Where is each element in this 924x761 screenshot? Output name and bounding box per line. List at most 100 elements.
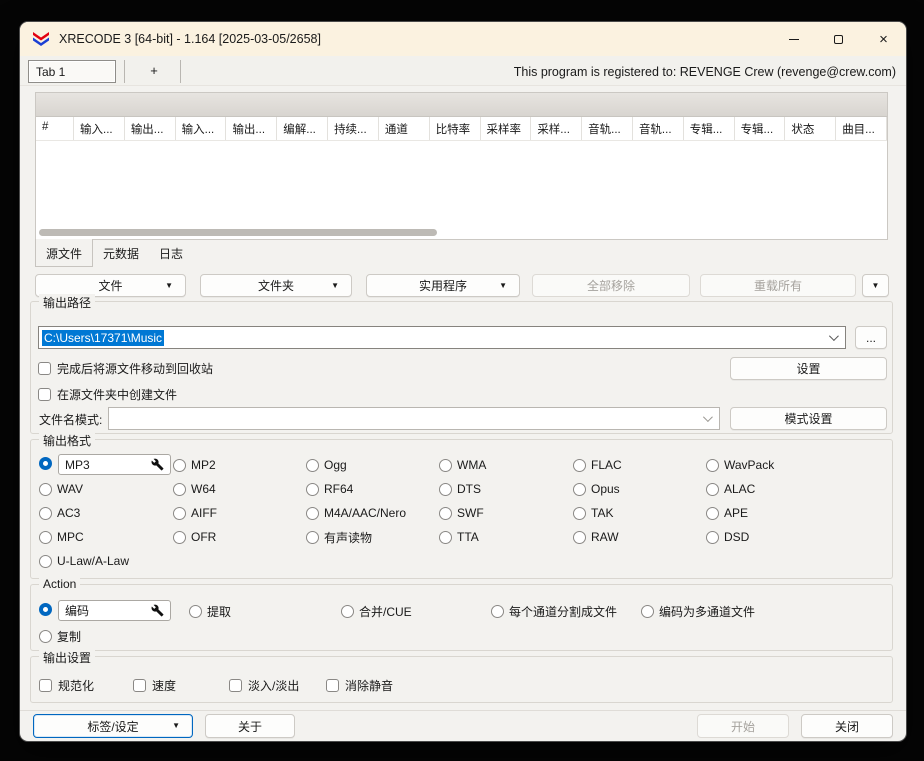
start-button: 开始 <box>697 714 789 738</box>
radio-rf64[interactable]: RF64 <box>306 481 353 497</box>
radio-ogg[interactable]: Ogg <box>306 457 347 473</box>
more-options-dropdown-button[interactable]: ▼ <box>862 274 889 297</box>
pattern-settings-button[interactable]: 模式设置 <box>730 407 887 430</box>
column-header[interactable]: 专辑... <box>684 117 735 140</box>
radio-label: MPC <box>57 530 84 544</box>
radio-swf[interactable]: SWF <box>439 505 484 521</box>
radio-tak[interactable]: TAK <box>573 505 613 521</box>
radio-copy[interactable]: 复制 <box>39 628 81 644</box>
radio-ofr[interactable]: OFR <box>173 529 216 545</box>
radio-extract[interactable]: 提取 <box>189 603 231 619</box>
column-header[interactable]: 输入... <box>176 117 227 140</box>
settings-button[interactable]: 设置 <box>730 357 887 380</box>
column-header[interactable]: 持续... <box>328 117 379 140</box>
column-header[interactable]: 状态 <box>785 117 836 140</box>
mp3-format-box[interactable]: MP3 <box>58 454 171 475</box>
filename-pattern-combobox[interactable] <box>108 407 720 430</box>
radio-dts[interactable]: DTS <box>439 481 481 497</box>
column-header[interactable]: 曲目... <box>836 117 887 140</box>
tab-1[interactable]: Tab 1 <box>28 60 116 83</box>
chevron-down-icon[interactable] <box>829 331 839 341</box>
column-header[interactable]: 编解... <box>277 117 328 140</box>
tab-log[interactable]: 日志 <box>149 240 193 267</box>
radio-mp2[interactable]: MP2 <box>173 457 216 473</box>
radio-icon <box>641 605 654 618</box>
utilities-dropdown-button[interactable]: 实用程序 ▼ <box>366 274 520 297</box>
wrench-icon[interactable] <box>151 458 164 471</box>
radio-label: RAW <box>591 530 619 544</box>
speed-checkbox[interactable]: 速度 <box>133 677 176 694</box>
browse-label: ... <box>866 331 876 345</box>
output-path-value[interactable]: C:\Users\17371\Music <box>42 330 164 346</box>
column-header[interactable]: 输出... <box>226 117 277 140</box>
radio-m4a-aac-nero[interactable]: M4A/AAC/Nero <box>306 505 406 521</box>
column-header[interactable]: 输出... <box>125 117 176 140</box>
maximize-button[interactable] <box>816 22 861 56</box>
checkbox-label: 淡入/淡出 <box>248 677 299 694</box>
column-header[interactable]: 输入... <box>74 117 125 140</box>
title-bar[interactable]: XRECODE 3 [64-bit] - 1.164 [2025-03-05/2… <box>20 22 906 56</box>
remove-all-label: 全部移除 <box>587 277 635 294</box>
output-path-combobox[interactable]: C:\Users\17371\Music <box>38 326 846 349</box>
column-header[interactable]: # <box>36 117 74 140</box>
table-body-empty[interactable] <box>36 141 887 225</box>
radio-merge-cue[interactable]: 合并/CUE <box>341 603 412 619</box>
radio-raw[interactable]: RAW <box>573 529 619 545</box>
tab-metadata[interactable]: 元数据 <box>93 240 149 267</box>
radio-label: Opus <box>591 482 620 496</box>
close-button[interactable]: × <box>861 22 906 56</box>
column-header[interactable]: 采样... <box>531 117 582 140</box>
column-header[interactable]: 采样率 <box>481 117 532 140</box>
file-list-table[interactable]: # 输入... 输出... 输入... 输出... 编解... 持续... 通道… <box>35 92 888 240</box>
column-header[interactable]: 音轨... <box>633 117 684 140</box>
wrench-icon[interactable] <box>151 604 164 617</box>
column-header[interactable]: 比特率 <box>430 117 481 140</box>
move-to-recycle-checkbox[interactable]: 完成后将源文件移动到回收站 <box>38 360 213 377</box>
radio-encode[interactable] <box>39 603 52 616</box>
radio-icon <box>306 483 319 496</box>
radio-audiobook[interactable]: 有声读物 <box>306 529 372 545</box>
column-header[interactable]: 通道 <box>379 117 430 140</box>
browse-button[interactable]: ... <box>855 326 887 349</box>
radio-wavpack[interactable]: WavPack <box>706 457 774 473</box>
add-tab-button[interactable]: + <box>132 60 176 83</box>
normalize-checkbox[interactable]: 规范化 <box>39 677 94 694</box>
radio-wma[interactable]: WMA <box>439 457 486 473</box>
close-dialog-button[interactable]: 关闭 <box>801 714 893 738</box>
radio-label: M4A/AAC/Nero <box>324 506 406 520</box>
fade-checkbox[interactable]: 淡入/淡出 <box>229 677 299 694</box>
silence-removal-checkbox[interactable]: 消除静音 <box>326 677 393 694</box>
encode-action-box[interactable]: 编码 <box>58 600 171 621</box>
radio-mpc[interactable]: MPC <box>39 529 84 545</box>
column-header[interactable]: 音轨... <box>582 117 633 140</box>
scrollbar-thumb[interactable] <box>39 229 437 236</box>
radio-icon <box>173 459 186 472</box>
horizontal-scrollbar[interactable] <box>38 228 885 237</box>
radio-mp3[interactable] <box>39 457 52 470</box>
radio-flac[interactable]: FLAC <box>573 457 622 473</box>
radio-label: 每个通道分割成文件 <box>509 603 617 620</box>
about-button[interactable]: 关于 <box>205 714 295 738</box>
chevron-down-icon: ▼ <box>172 722 180 730</box>
radio-ulaw-alaw[interactable]: U-Law/A-Law <box>39 553 129 569</box>
radio-ape[interactable]: APE <box>706 505 748 521</box>
minimize-button[interactable] <box>771 22 816 56</box>
tags-settings-dropdown-button[interactable]: 标签/设定 ▼ <box>33 714 193 738</box>
radio-aiff[interactable]: AIFF <box>173 505 217 521</box>
create-in-source-checkbox[interactable]: 在源文件夹中创建文件 <box>38 386 177 403</box>
chevron-down-icon[interactable] <box>703 412 713 422</box>
radio-dsd[interactable]: DSD <box>706 529 749 545</box>
radio-opus[interactable]: Opus <box>573 481 620 497</box>
column-header[interactable]: 专辑... <box>735 117 786 140</box>
radio-wav[interactable]: WAV <box>39 481 83 497</box>
radio-w64[interactable]: W64 <box>173 481 216 497</box>
radio-encode-multichannel[interactable]: 编码为多通道文件 <box>641 603 755 619</box>
radio-ac3[interactable]: AC3 <box>39 505 80 521</box>
footer-divider <box>20 710 906 711</box>
tab-source-files[interactable]: 源文件 <box>35 239 93 267</box>
radio-tta[interactable]: TTA <box>439 529 479 545</box>
tab-bar: Tab 1 + This program is registered to: R… <box>20 56 906 86</box>
radio-split-per-channel[interactable]: 每个通道分割成文件 <box>491 603 617 619</box>
radio-alac[interactable]: ALAC <box>706 481 755 497</box>
folder-dropdown-button[interactable]: 文件夹 ▼ <box>200 274 352 297</box>
